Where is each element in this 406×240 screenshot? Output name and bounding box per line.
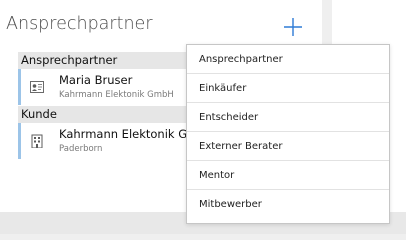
- add-button[interactable]: [282, 16, 304, 38]
- building-icon: [31, 134, 43, 148]
- menu-item-ansprechpartner[interactable]: Ansprechpartner: [187, 45, 389, 74]
- menu-item-externer-berater[interactable]: Externer Berater: [187, 132, 389, 161]
- menu-item-mitbewerber[interactable]: Mitbewerber: [187, 190, 389, 219]
- menu-item-entscheider[interactable]: Entscheider: [187, 103, 389, 132]
- contact-card-icon: [30, 81, 44, 93]
- menu-item-einkaeufer[interactable]: Einkäufer: [187, 74, 389, 103]
- contact-name: Maria Bruser: [59, 73, 133, 87]
- menu-item-mentor[interactable]: Mentor: [187, 161, 389, 190]
- contact-role-menu: Ansprechpartner Einkäufer Entscheider Ex…: [186, 44, 390, 224]
- customer-city: Paderborn: [59, 144, 103, 154]
- contact-company: Kahrmann Elektonik GmbH: [59, 90, 174, 100]
- plus-icon: [284, 18, 302, 36]
- panel-title: Ansprechpartner: [6, 14, 153, 34]
